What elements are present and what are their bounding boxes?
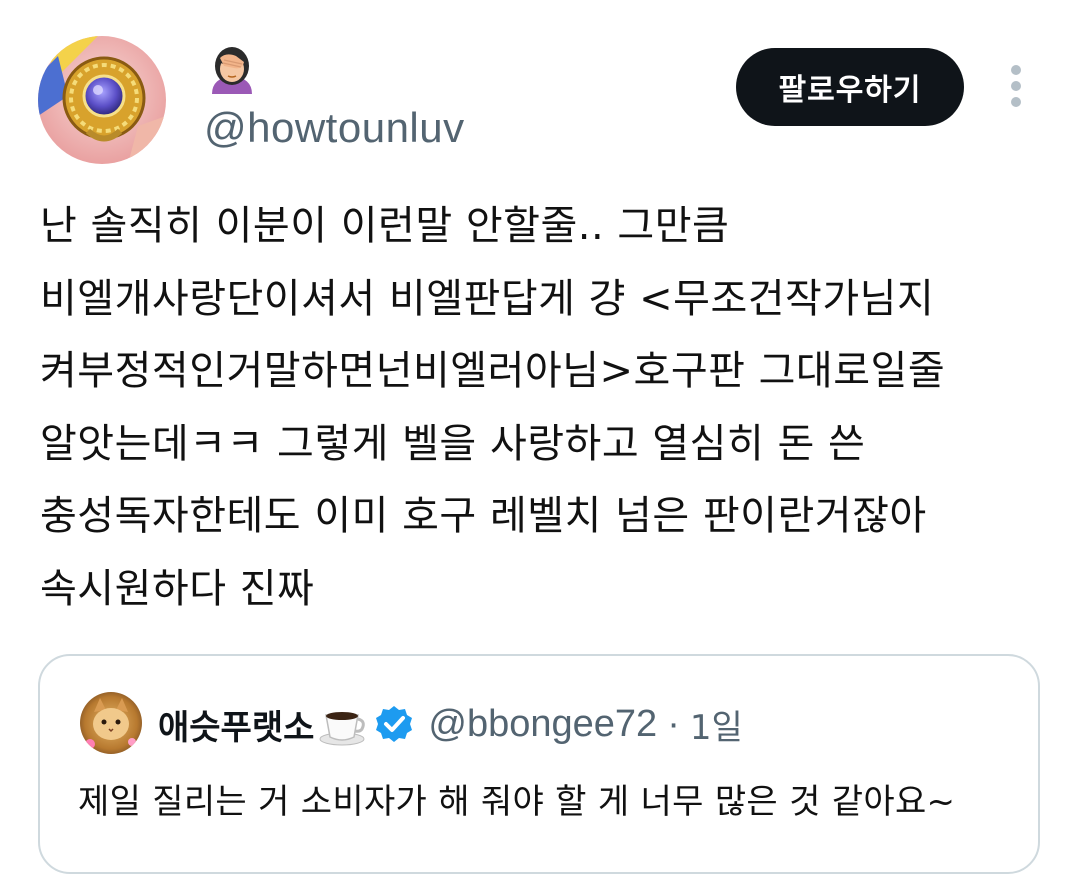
quoted-timestamp[interactable]: 1일 <box>690 700 743 749</box>
quoted-author-avatar[interactable] <box>80 692 142 754</box>
author-handle[interactable]: @howtounluv <box>204 104 465 152</box>
more-vertical-icon[interactable] <box>1004 62 1028 110</box>
tweet-text: 난 솔직히 이분이 이런말 안할줄.. 그만큼 비엘개사랑단이셔서 비엘판답게 … <box>40 190 1050 625</box>
quoted-display-name[interactable]: 애슷푸랫소 <box>158 700 314 749</box>
face-palm-woman-emoji[interactable] <box>206 44 258 96</box>
quoted-tweet-header: 애슷푸랫소 @bbongee72 · 1일 <box>158 696 743 752</box>
tweet-text-line: 알앗는데ㅋㅋ 그렇게 벨을 사랑하고 열심히 돈 쓴 <box>40 420 866 467</box>
tweet-text-line: 켜부정적인거말하면넌비엘러아님>호구판 그대로일줄 <box>40 348 946 394</box>
face-palm-woman-icon <box>212 47 252 94</box>
tweet-text-line: 속시원하다 진짜 <box>40 565 315 612</box>
tweet-text-line: 난 솔직히 이분이 이런말 안할줄.. 그만큼 <box>40 203 730 249</box>
quoted-handle[interactable]: @bbongee72 <box>428 703 657 746</box>
coffee-cup-emoji <box>318 701 368 747</box>
follow-button[interactable]: 팔로우하기 <box>736 48 964 126</box>
quoted-tweet-card[interactable]: 애슷푸랫소 @bbongee72 · 1일 제일 질리는 거 소비자가 해 줘야… <box>38 654 1040 874</box>
cat-photo-avatar <box>80 692 142 754</box>
tweet-text-line: 충성독자한테도 이미 호구 레벨치 넘은 판이란거잖아 <box>40 493 927 539</box>
verified-badge-icon <box>374 704 414 744</box>
sailor-moon-brooch-icon <box>38 36 166 164</box>
tweet-text-line: 비엘개사랑단이셔서 비엘판답게 걍 <무조건작가님지 <box>40 275 935 322</box>
quoted-tweet-text: 제일 질리는 거 소비자가 해 줘야 할 게 너무 많은 것 같아요~ <box>78 782 956 822</box>
separator-dot: · <box>667 702 680 745</box>
author-avatar[interactable] <box>38 36 166 164</box>
